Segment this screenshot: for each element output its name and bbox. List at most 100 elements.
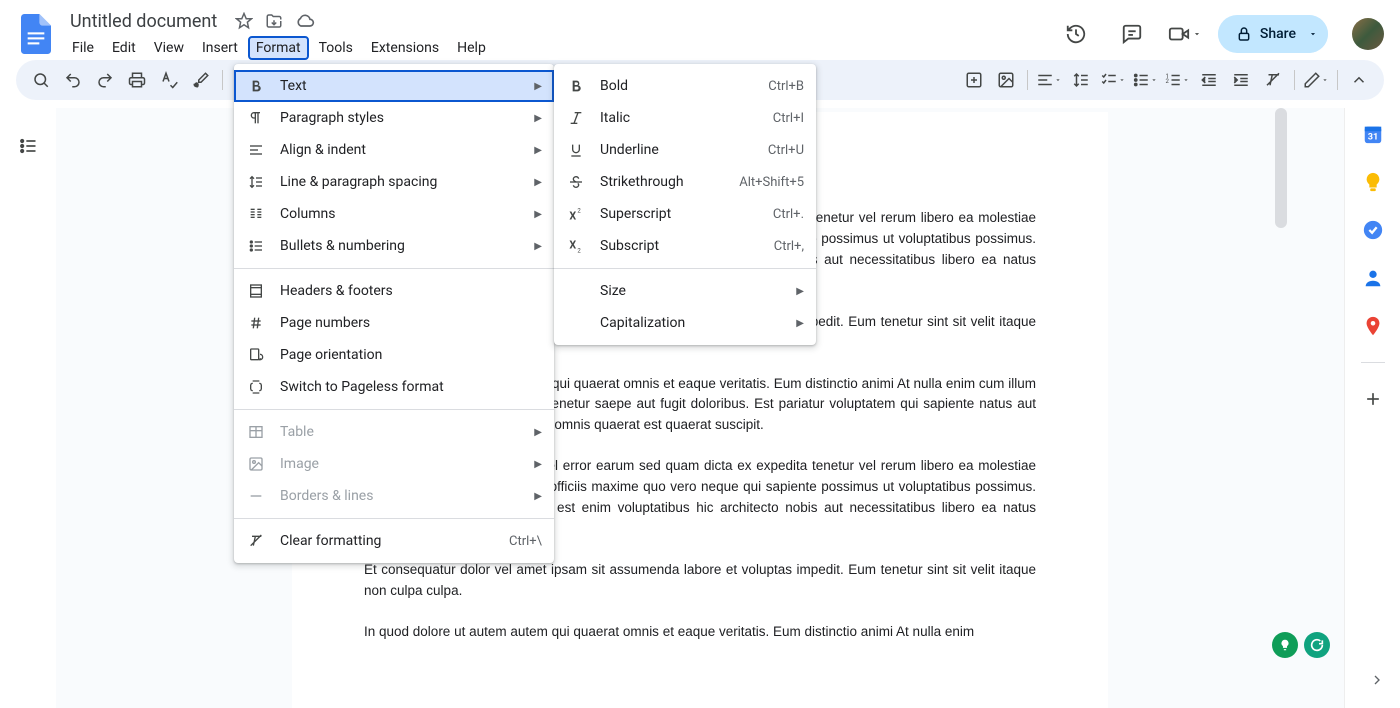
indent-increase-icon[interactable] [1226, 65, 1256, 95]
format-menu-item-page-numbers[interactable]: Page numbers [234, 307, 554, 339]
grammarly-icon[interactable] [1304, 632, 1330, 658]
menu-item-label: Size [600, 283, 782, 299]
numbered-list-icon[interactable]: 12 [1162, 65, 1192, 95]
calendar-icon[interactable]: 31 [1361, 122, 1385, 146]
bullet-list-icon[interactable] [1130, 65, 1160, 95]
format-menu-item-paragraph-styles[interactable]: Paragraph styles▶ [234, 102, 554, 134]
spellcheck-icon[interactable] [154, 65, 184, 95]
menu-item-label: Line & paragraph spacing [280, 174, 520, 190]
maps-icon[interactable] [1361, 314, 1385, 338]
history-icon[interactable] [1056, 14, 1096, 54]
menu-item-label: Image [280, 456, 520, 472]
format-menu-item-headers-footers[interactable]: Headers & footers [234, 275, 554, 307]
menu-insert[interactable]: Insert [194, 36, 246, 60]
menu-item-label: Page numbers [280, 315, 542, 331]
text-submenu-item-underline[interactable]: UnderlineCtrl+U [554, 134, 816, 166]
menu-edit[interactable]: Edit [104, 36, 144, 60]
align-icon[interactable] [1034, 65, 1064, 95]
share-caret[interactable] [1298, 15, 1328, 53]
line-spacing-icon[interactable] [1066, 65, 1096, 95]
cloud-icon[interactable] [295, 11, 315, 31]
text-submenu-item-strikethrough[interactable]: Strikethrough Alt+Shift+5 [554, 166, 816, 198]
menu-format[interactable]: Format [248, 36, 309, 60]
menu-help[interactable]: Help [449, 36, 494, 60]
menu-item-label: Capitalization [600, 315, 782, 331]
docs-logo[interactable] [16, 14, 56, 54]
superscript-icon: X2 [566, 204, 586, 224]
grammarly-badges[interactable] [1272, 632, 1330, 658]
insert-image-icon[interactable] [959, 65, 989, 95]
format-menu-item-clear-formatting[interactable]: Clear formattingCtrl+\ [234, 525, 554, 557]
avatar[interactable] [1352, 18, 1384, 50]
underline-icon [566, 140, 586, 160]
indent-decrease-icon[interactable] [1194, 65, 1224, 95]
star-icon[interactable] [235, 12, 253, 30]
linespacing-icon [246, 172, 266, 192]
format-menu-item-align-indent[interactable]: Align & indent▶ [234, 134, 554, 166]
header: Untitled document File Edit View Insert … [0, 0, 1400, 60]
menu-item-label: Headers & footers [280, 283, 542, 299]
add-icon[interactable] [1361, 387, 1385, 411]
text-submenu: BoldCtrl+BItalicCtrl+IUnderlineCtrl+UStr… [554, 64, 816, 345]
side-panel-toggle-icon[interactable] [1369, 672, 1385, 688]
scrollbar[interactable] [1275, 108, 1287, 228]
shortcut: Ctrl+B [768, 79, 804, 94]
shortcut: Alt+Shift+5 [739, 175, 804, 190]
print-icon[interactable] [122, 65, 152, 95]
text-submenu-item-size[interactable]: Size▶ [554, 275, 816, 307]
contacts-icon[interactable] [1361, 266, 1385, 290]
menu-file[interactable]: File [64, 36, 102, 60]
redo-icon[interactable] [90, 65, 120, 95]
text-submenu-item-superscript[interactable]: X2SuperscriptCtrl+. [554, 198, 816, 230]
right-rail: 31 [1344, 108, 1400, 708]
search-icon[interactable] [26, 65, 56, 95]
paragraph[interactable]: In quod dolore ut autem autem qui quaera… [364, 622, 1036, 643]
keep-icon[interactable] [1361, 170, 1385, 194]
text-submenu-item-bold[interactable]: Bold Ctrl+B [554, 70, 816, 102]
text-submenu-item-capitalization[interactable]: Capitalization▶ [554, 307, 816, 339]
format-menu-item-borders-lines: Borders & lines▶ [234, 480, 554, 512]
submenu-arrow-icon: ▶ [534, 427, 542, 438]
paint-icon[interactable] [186, 65, 216, 95]
italic-icon [566, 108, 586, 128]
doc-title[interactable]: Untitled document [64, 9, 223, 34]
menu-tools[interactable]: Tools [311, 36, 361, 60]
menu-bar: File Edit View Insert Format Tools Exten… [64, 36, 494, 60]
image-icon[interactable] [991, 65, 1021, 95]
menu-view[interactable]: View [146, 36, 192, 60]
checklist-icon[interactable] [1098, 65, 1128, 95]
edit-mode-icon[interactable] [1301, 65, 1331, 95]
text-submenu-item-italic[interactable]: ItalicCtrl+I [554, 102, 816, 134]
image-icon [246, 454, 266, 474]
move-icon[interactable] [265, 12, 283, 30]
menu-item-label: Switch to Pageless format [280, 379, 542, 395]
menu-extensions[interactable]: Extensions [363, 36, 447, 60]
outline-icon[interactable] [12, 130, 44, 162]
clear-format-icon[interactable] [1258, 65, 1288, 95]
svg-text:2: 2 [1166, 78, 1170, 85]
format-menu-item-switch-to-pageless-format[interactable]: Switch to Pageless format [234, 371, 554, 403]
menu-item-label: Align & indent [280, 142, 520, 158]
format-menu-item-line-paragraph-spacing[interactable]: Line & paragraph spacing▶ [234, 166, 554, 198]
lightbulb-badge[interactable] [1272, 632, 1298, 658]
strike-icon [566, 172, 586, 192]
format-menu-item-bullets-numbering[interactable]: Bullets & numbering▶ [234, 230, 554, 262]
left-rail [0, 108, 56, 708]
menu-item-label: Strikethrough [600, 174, 725, 190]
tasks-icon[interactable] [1361, 218, 1385, 242]
collapse-toolbar-icon[interactable] [1344, 65, 1374, 95]
menu-item-label: Bold [600, 78, 754, 94]
svg-text:2: 2 [577, 248, 581, 254]
paragraph[interactable]: Et consequatur dolor vel amet ipsam sit … [364, 560, 1036, 602]
meet-button[interactable] [1168, 23, 1202, 45]
pageless-icon [246, 377, 266, 397]
align-icon [246, 140, 266, 160]
menu-item-label: Clear formatting [280, 533, 495, 549]
submenu-arrow-icon: ▶ [534, 209, 542, 220]
format-menu-item-text[interactable]: Text▶ [234, 70, 554, 102]
undo-icon[interactable] [58, 65, 88, 95]
text-submenu-item-subscript[interactable]: X2SubscriptCtrl+, [554, 230, 816, 262]
format-menu-item-columns[interactable]: Columns▶ [234, 198, 554, 230]
comment-icon[interactable] [1112, 14, 1152, 54]
format-menu-item-page-orientation[interactable]: Page orientation [234, 339, 554, 371]
